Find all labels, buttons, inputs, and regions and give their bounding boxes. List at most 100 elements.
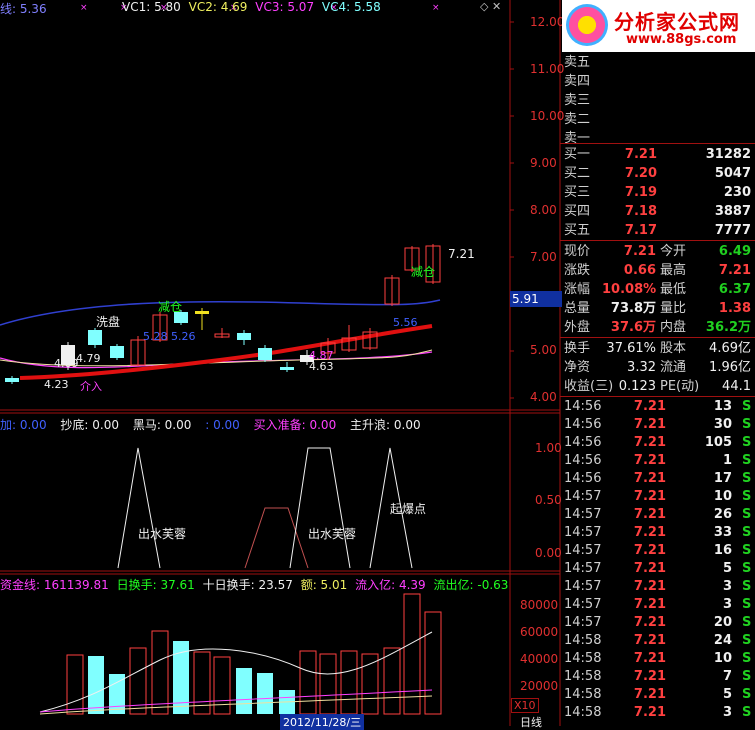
tick-row: 14:57 7.21 3 S [562,578,755,596]
tick-side: S [742,507,752,522]
tick-side: S [742,489,752,504]
sell-order-name: 卖五 [564,55,591,70]
tick-row: 14:57 7.21 16 S [562,542,755,560]
annot-high: 7.21 [448,247,475,261]
volume-unit: X10 [511,698,539,713]
buy-order-row: 买五 7.17 7777 [562,220,755,241]
buy-order-price: 7.20 [624,166,657,181]
tick-volume: 30 [713,417,732,432]
stat-value: 36.2万 [705,320,751,335]
tick-side: S [742,615,752,630]
fund-value: 1.96亿 [709,360,751,375]
fund-value: 44.1 [722,379,751,394]
stat-value: 6.49 [718,244,751,259]
tick-volume: 16 [713,543,732,558]
indicator-spike [117,447,161,569]
fund-value: 0.123 [618,379,656,394]
vc1-value: VC1: 5.80 [122,0,181,14]
annot-jieru: 介入 [80,380,102,393]
tick-time: 14:58 [564,651,602,666]
stat-label: 总量 [564,301,591,316]
annot-jiancang-1: 减仓 [411,265,436,279]
tick-volume: 24 [713,633,732,648]
signal-marker: × [432,3,440,13]
buy-order-name: 买一 [564,147,591,162]
buy-order-row: 买一 7.21 31282 [562,144,755,165]
fund-label: 流通 [660,360,687,375]
tick-time: 14:58 [564,633,602,648]
volume-axis-label: 20000 [520,679,559,693]
fund-label: 净资 [564,360,591,375]
tick-time: 14:58 [564,705,602,720]
vol-c: 十日换手: 23.57 [202,578,293,592]
tick-row: 14:56 7.21 13 S [562,398,755,416]
candle-body [110,346,124,358]
logo: 分析家公式网 www.88gs.com [562,0,755,52]
tick-side: S [742,705,752,720]
volume-axis-label: 60000 [520,625,559,639]
tick-volume: 10 [713,489,732,504]
vc2-value: VC2: 4.69 [188,0,248,14]
sell-order-name: 卖四 [564,74,591,89]
sell-order-name: 卖二 [564,112,591,127]
diamond-icon[interactable]: ◇ [480,0,488,13]
quote-stat-row: 涨跌 0.66 最高 7.21 [562,260,755,281]
volume-bar [236,668,252,714]
tick-row: 14:56 7.21 17 S [562,470,755,488]
ind-label-3: 起爆点 [390,502,427,516]
candle-body [237,333,251,340]
tick-row: 14:56 7.21 30 S [562,416,755,434]
tick-row: 14:57 7.21 33 S [562,524,755,542]
price-axis-label: 9.00 [530,155,557,170]
buy-order-row: 买三 7.19 230 [562,182,755,203]
period-label[interactable]: 日线 [520,714,542,730]
tick-row: 14:57 7.21 3 S [562,596,755,614]
tick-price: 7.21 [633,435,666,450]
price-axis-label: 12.00 [530,15,565,29]
tick-side: S [742,597,752,612]
buy-order-volume: 230 [723,185,751,200]
volume-bar [213,656,231,715]
window-controls: ◇ ✕ [480,0,501,13]
stat-value: 7.21 [718,263,751,278]
tick-volume: 3 [722,705,732,720]
volume-bar [151,630,169,715]
tick-price: 7.21 [633,579,666,594]
close-icon[interactable]: ✕ [492,0,501,13]
quote-stat-row: 涨幅 10.08% 最低 6.37 [562,279,755,300]
stat-label: 最低 [660,282,687,297]
vol-d: 额: 5.01 [300,578,348,592]
tick-price: 7.21 [633,651,666,666]
ind-e: 买入准备: 0.00 [253,418,337,432]
volume-bar [403,593,421,715]
tick-price: 7.21 [633,399,666,414]
fund-value: 4.69亿 [709,341,751,356]
price-axis-label: 4.00 [530,390,557,405]
price-axis-label: 10.00 [530,108,565,123]
annot-4-23: 4.23 [44,378,69,391]
fund-value: 3.32 [627,360,656,375]
tick-volume: 17 [713,471,732,486]
tick-time: 14:57 [564,597,602,612]
current-price-tag: 5.91 [510,291,562,307]
candle-body [195,311,209,314]
fundamental-row: 收益(三) 0.123 PE(动) 44.1 [562,376,755,397]
fund-label: PE(动) [660,379,700,394]
stat-value: 6.37 [718,282,751,297]
volume-bar [257,673,273,714]
volume-bar [66,654,84,715]
tick-price: 7.21 [633,507,666,522]
buy-order-volume: 3887 [714,204,751,219]
tick-row: 14:57 7.21 20 S [562,614,755,632]
tick-price: 7.21 [633,597,666,612]
sell-order-row: 卖四 [562,71,755,92]
buy-order-price: 7.17 [624,223,657,238]
ma-value: 线: 5.36 [0,2,47,16]
stat-label: 内盘 [660,320,687,335]
annot-4-79: 4.79 [76,352,101,365]
tick-time: 14:56 [564,417,602,432]
tick-time: 14:57 [564,525,602,540]
tick-time: 14:57 [564,579,602,594]
fundamental-row: 净资 3.32 流通 1.96亿 [562,357,755,378]
tick-time: 14:56 [564,435,602,450]
